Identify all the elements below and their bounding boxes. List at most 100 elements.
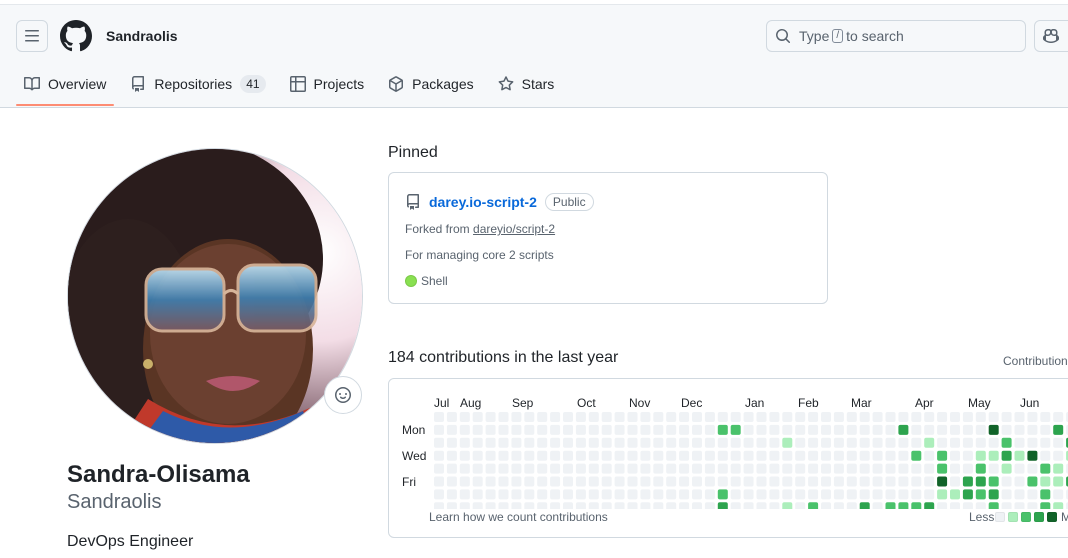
contribution-day[interactable] bbox=[872, 412, 883, 422]
contribution-day[interactable] bbox=[717, 424, 728, 435]
contribution-day[interactable] bbox=[717, 489, 728, 500]
contribution-day[interactable] bbox=[833, 424, 844, 435]
contribution-day[interactable] bbox=[756, 450, 767, 461]
contribution-day[interactable] bbox=[1040, 502, 1051, 509]
contribution-day[interactable] bbox=[821, 476, 831, 487]
contribution-day[interactable] bbox=[962, 424, 973, 435]
contribution-day[interactable] bbox=[575, 476, 586, 487]
contribution-day[interactable] bbox=[937, 450, 948, 461]
contribution-day[interactable] bbox=[756, 463, 767, 474]
contribution-day[interactable] bbox=[666, 424, 677, 435]
contribution-day[interactable] bbox=[563, 502, 573, 509]
contribution-day[interactable] bbox=[434, 412, 444, 422]
contribution-day[interactable] bbox=[472, 412, 483, 422]
contribution-day[interactable] bbox=[485, 489, 496, 500]
contribution-day[interactable] bbox=[575, 502, 586, 509]
contribution-day[interactable] bbox=[446, 476, 457, 487]
contribution-day[interactable] bbox=[1027, 437, 1038, 448]
contribution-day[interactable] bbox=[550, 450, 561, 461]
contribution-day[interactable] bbox=[833, 463, 844, 474]
contribution-day[interactable] bbox=[446, 489, 457, 500]
contribution-day[interactable] bbox=[821, 412, 831, 422]
contribution-day[interactable] bbox=[679, 502, 690, 509]
contribution-day[interactable] bbox=[1053, 463, 1064, 474]
contribution-day[interactable] bbox=[704, 412, 715, 422]
contribution-day[interactable] bbox=[704, 437, 715, 448]
contribution-day[interactable] bbox=[988, 424, 999, 435]
contribution-day[interactable] bbox=[1053, 476, 1064, 487]
contribution-day[interactable] bbox=[692, 489, 702, 500]
contribution-day[interactable] bbox=[937, 476, 948, 487]
contribution-day[interactable] bbox=[730, 502, 741, 509]
contribution-day[interactable] bbox=[988, 476, 999, 487]
contribution-day[interactable] bbox=[588, 424, 599, 435]
contribution-day[interactable] bbox=[1014, 424, 1025, 435]
contribution-day[interactable] bbox=[885, 437, 896, 448]
contribution-day[interactable] bbox=[601, 412, 612, 422]
contribution-day[interactable] bbox=[459, 463, 470, 474]
contribution-day[interactable] bbox=[717, 502, 728, 509]
contribution-day[interactable] bbox=[911, 463, 922, 474]
contribution-day[interactable] bbox=[704, 502, 715, 509]
contribution-day[interactable] bbox=[614, 412, 625, 422]
contribution-day[interactable] bbox=[769, 412, 780, 422]
contribution-day[interactable] bbox=[575, 463, 586, 474]
contribution-day[interactable] bbox=[704, 463, 715, 474]
forked-from-link[interactable]: dareyio/script-2 bbox=[473, 222, 555, 236]
contribution-day[interactable] bbox=[653, 437, 664, 448]
contribution-day[interactable] bbox=[550, 489, 561, 500]
contribution-day[interactable] bbox=[769, 450, 780, 461]
contribution-day[interactable] bbox=[704, 450, 715, 461]
avatar[interactable] bbox=[67, 148, 363, 444]
contribution-day[interactable] bbox=[627, 463, 638, 474]
github-logo-icon[interactable] bbox=[60, 20, 92, 52]
contribution-day[interactable] bbox=[485, 412, 496, 422]
contribution-day[interactable] bbox=[511, 502, 522, 509]
contribution-day[interactable] bbox=[730, 437, 741, 448]
contribution-day[interactable] bbox=[898, 450, 909, 461]
contribution-day[interactable] bbox=[640, 463, 651, 474]
contribution-day[interactable] bbox=[859, 463, 870, 474]
contribution-day[interactable] bbox=[485, 437, 496, 448]
contribution-day[interactable] bbox=[950, 489, 960, 500]
contribution-day[interactable] bbox=[782, 412, 793, 422]
contribution-day[interactable] bbox=[640, 424, 651, 435]
contribution-day[interactable] bbox=[730, 412, 741, 422]
contribution-day[interactable] bbox=[1014, 502, 1025, 509]
contribution-day[interactable] bbox=[717, 476, 728, 487]
contribution-day[interactable] bbox=[1040, 489, 1051, 500]
contribution-day[interactable] bbox=[1027, 502, 1038, 509]
contribution-day[interactable] bbox=[859, 450, 870, 461]
contribution-day[interactable] bbox=[756, 412, 767, 422]
contribution-day[interactable] bbox=[1053, 437, 1064, 448]
contribution-day[interactable] bbox=[588, 502, 599, 509]
contribution-day[interactable] bbox=[434, 424, 444, 435]
contribution-day[interactable] bbox=[730, 463, 741, 474]
contribution-day[interactable] bbox=[872, 476, 883, 487]
search-input[interactable]: Type / to search bbox=[766, 20, 1026, 52]
contribution-day[interactable] bbox=[988, 412, 999, 422]
contribution-day[interactable] bbox=[898, 463, 909, 474]
contribution-day[interactable] bbox=[614, 450, 625, 461]
contribution-day[interactable] bbox=[1001, 489, 1012, 500]
contribution-day[interactable] bbox=[911, 489, 922, 500]
contribution-day[interactable] bbox=[808, 476, 819, 487]
contribution-day[interactable] bbox=[537, 502, 548, 509]
tab-packages[interactable]: Packages bbox=[380, 64, 481, 104]
contribution-day[interactable] bbox=[550, 463, 561, 474]
contribution-day[interactable] bbox=[743, 502, 754, 509]
contribution-day[interactable] bbox=[950, 437, 960, 448]
contribution-day[interactable] bbox=[950, 424, 960, 435]
contribution-day[interactable] bbox=[988, 450, 999, 461]
contribution-day[interactable] bbox=[575, 450, 586, 461]
contribution-day[interactable] bbox=[821, 437, 831, 448]
tab-repositories[interactable]: Repositories 41 bbox=[122, 64, 273, 104]
contribution-day[interactable] bbox=[679, 437, 690, 448]
contribution-day[interactable] bbox=[1001, 463, 1012, 474]
contribution-day[interactable] bbox=[975, 502, 986, 509]
contribution-day[interactable] bbox=[898, 424, 909, 435]
contribution-day[interactable] bbox=[808, 489, 819, 500]
contribution-day[interactable] bbox=[833, 489, 844, 500]
contribution-day[interactable] bbox=[924, 450, 935, 461]
contribution-day[interactable] bbox=[743, 463, 754, 474]
